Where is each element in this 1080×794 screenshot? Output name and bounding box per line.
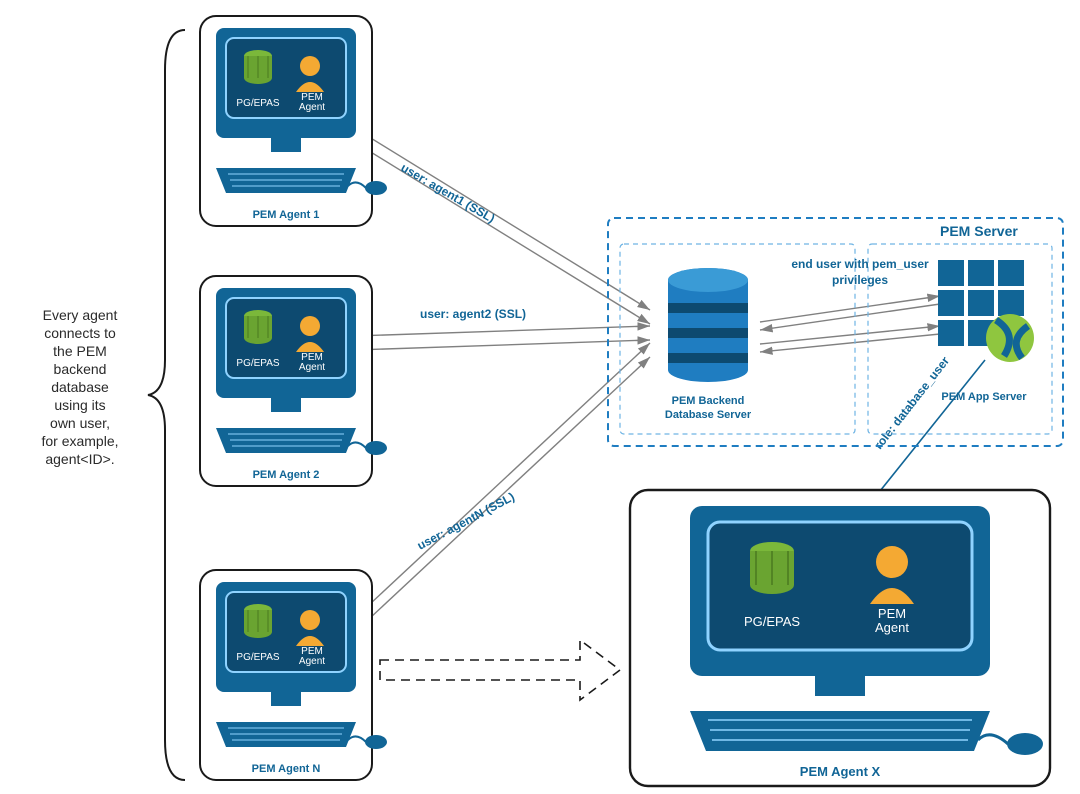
pem-agent-2: PG/EPAS PEM Agent PEM Agent 2 <box>200 276 387 486</box>
backend-db-label-l2: Database Server <box>665 409 752 421</box>
pem-agent-1-caption: PEM Agent 1 <box>253 209 320 221</box>
app-server-label: PEM App Server <box>941 391 1027 403</box>
pem-server-title: PEM Server <box>940 223 1018 239</box>
svg-text:Agent: Agent <box>875 620 909 635</box>
privileges-l1: end user with pem_user <box>791 257 929 271</box>
svg-text:Every agent: Every agent <box>43 307 118 323</box>
backend-db-label-l1: PEM Backend <box>672 395 745 407</box>
svg-text:PG/EPAS: PG/EPAS <box>236 652 279 663</box>
svg-text:backend: backend <box>54 361 107 377</box>
svg-text:database: database <box>51 379 109 395</box>
svg-text:Agent: Agent <box>299 656 325 667</box>
svg-text:own user,: own user, <box>50 415 110 431</box>
agentN-to-agentX-arrow <box>380 640 620 700</box>
conn-agent1-label: user: agent1 (SSL) <box>399 160 498 225</box>
svg-text:PEM: PEM <box>878 606 906 621</box>
svg-text:Agent: Agent <box>299 362 325 373</box>
svg-text:for example,: for example, <box>41 433 118 449</box>
pem-agent-1: PG/EPAS PEM Agent PEM Agent 1 <box>200 16 387 226</box>
app-server-icon <box>938 260 1034 362</box>
conn-agentN-label: user: agentN (SSL) <box>415 490 517 553</box>
pem-agent-n: PG/EPAS PEM Agent PEM Agent N <box>200 570 387 780</box>
pem-agent-x: PG/EPAS PEM Agent PEM Agent X <box>630 490 1050 786</box>
svg-text:Agent: Agent <box>299 102 325 113</box>
backend-db-icon <box>668 268 748 382</box>
svg-text:agent<ID>.: agent<ID>. <box>45 451 114 467</box>
conn-agent2-label: user: agent2 (SSL) <box>420 307 526 321</box>
svg-text:PG/EPAS: PG/EPAS <box>744 614 800 629</box>
pem-server-box: PEM Server PEM Backend Database Server <box>608 218 1063 446</box>
conn-role-label: role: database_user <box>871 354 952 452</box>
svg-text:PG/EPAS: PG/EPAS <box>236 98 279 109</box>
side-note: Every agent connects to the PEM backend … <box>41 30 185 780</box>
privileges-l2: privileges <box>832 273 888 287</box>
pem-agent-n-caption: PEM Agent N <box>252 763 321 775</box>
pem-agent-x-caption: PEM Agent X <box>800 764 881 779</box>
svg-text:connects to: connects to <box>44 325 116 341</box>
svg-text:PG/EPAS: PG/EPAS <box>236 358 279 369</box>
pem-agent-2-caption: PEM Agent 2 <box>253 469 320 481</box>
svg-text:using its: using its <box>54 397 105 413</box>
svg-text:the PEM: the PEM <box>53 343 107 359</box>
